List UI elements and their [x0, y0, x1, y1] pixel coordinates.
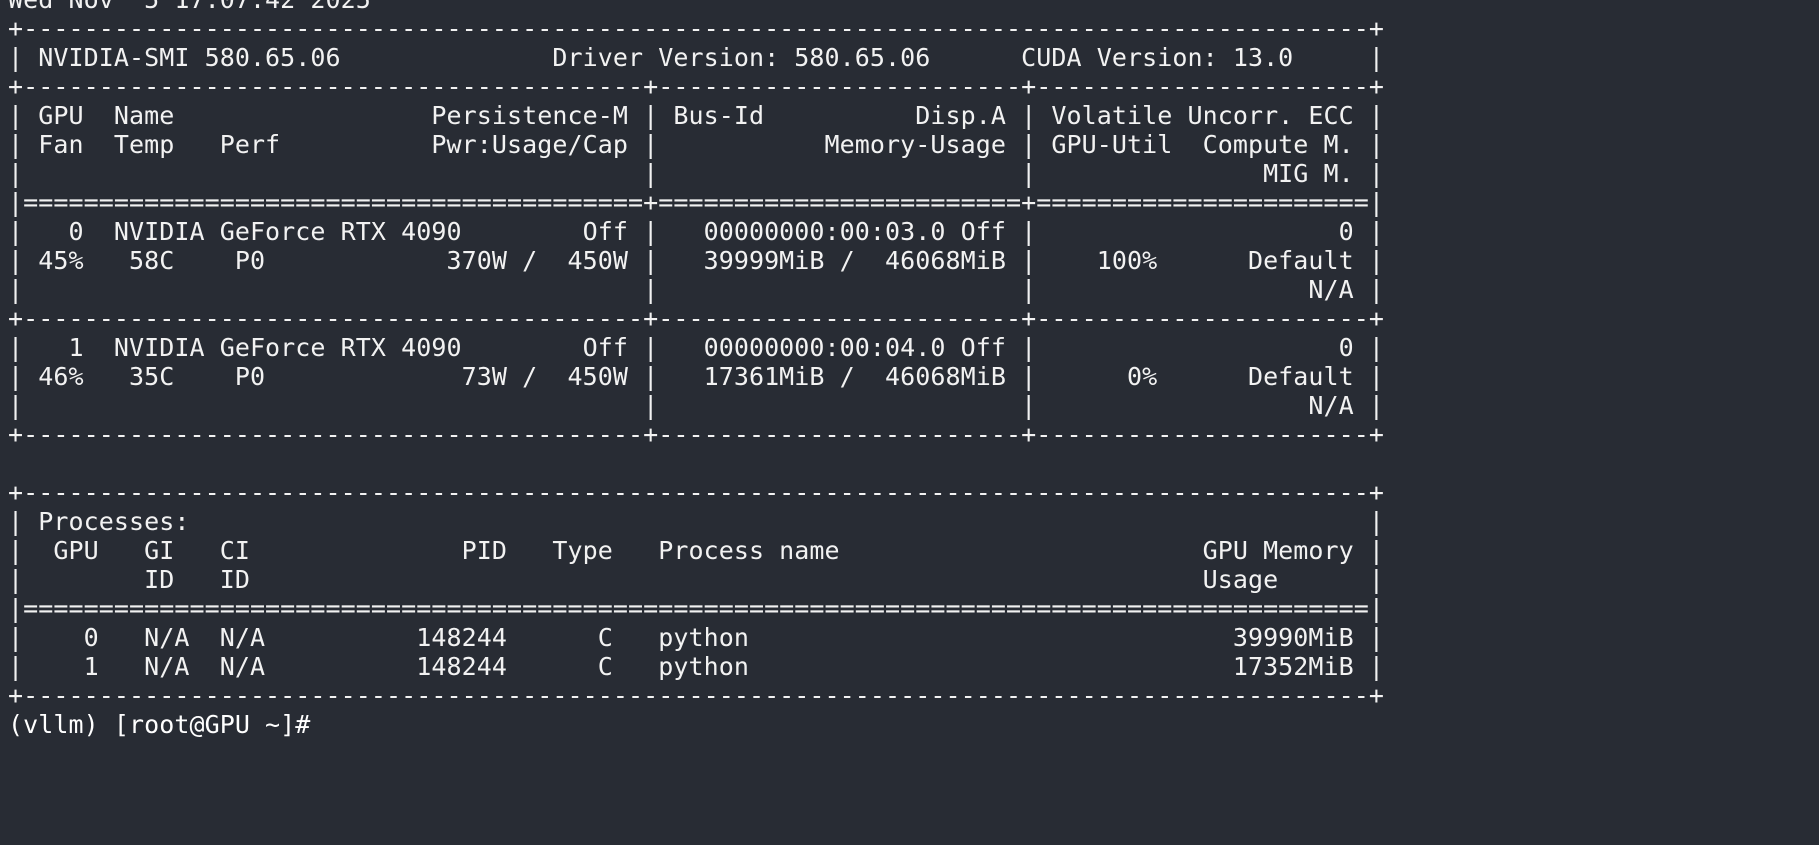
terminal-window[interactable]: Wed Nov 5 17:07:42 2025 +---------------…	[0, 0, 1819, 845]
table-border: +---------------------------------------…	[8, 420, 1385, 449]
shell-prompt[interactable]: (vllm) [root@GPU ~]#	[8, 708, 310, 742]
